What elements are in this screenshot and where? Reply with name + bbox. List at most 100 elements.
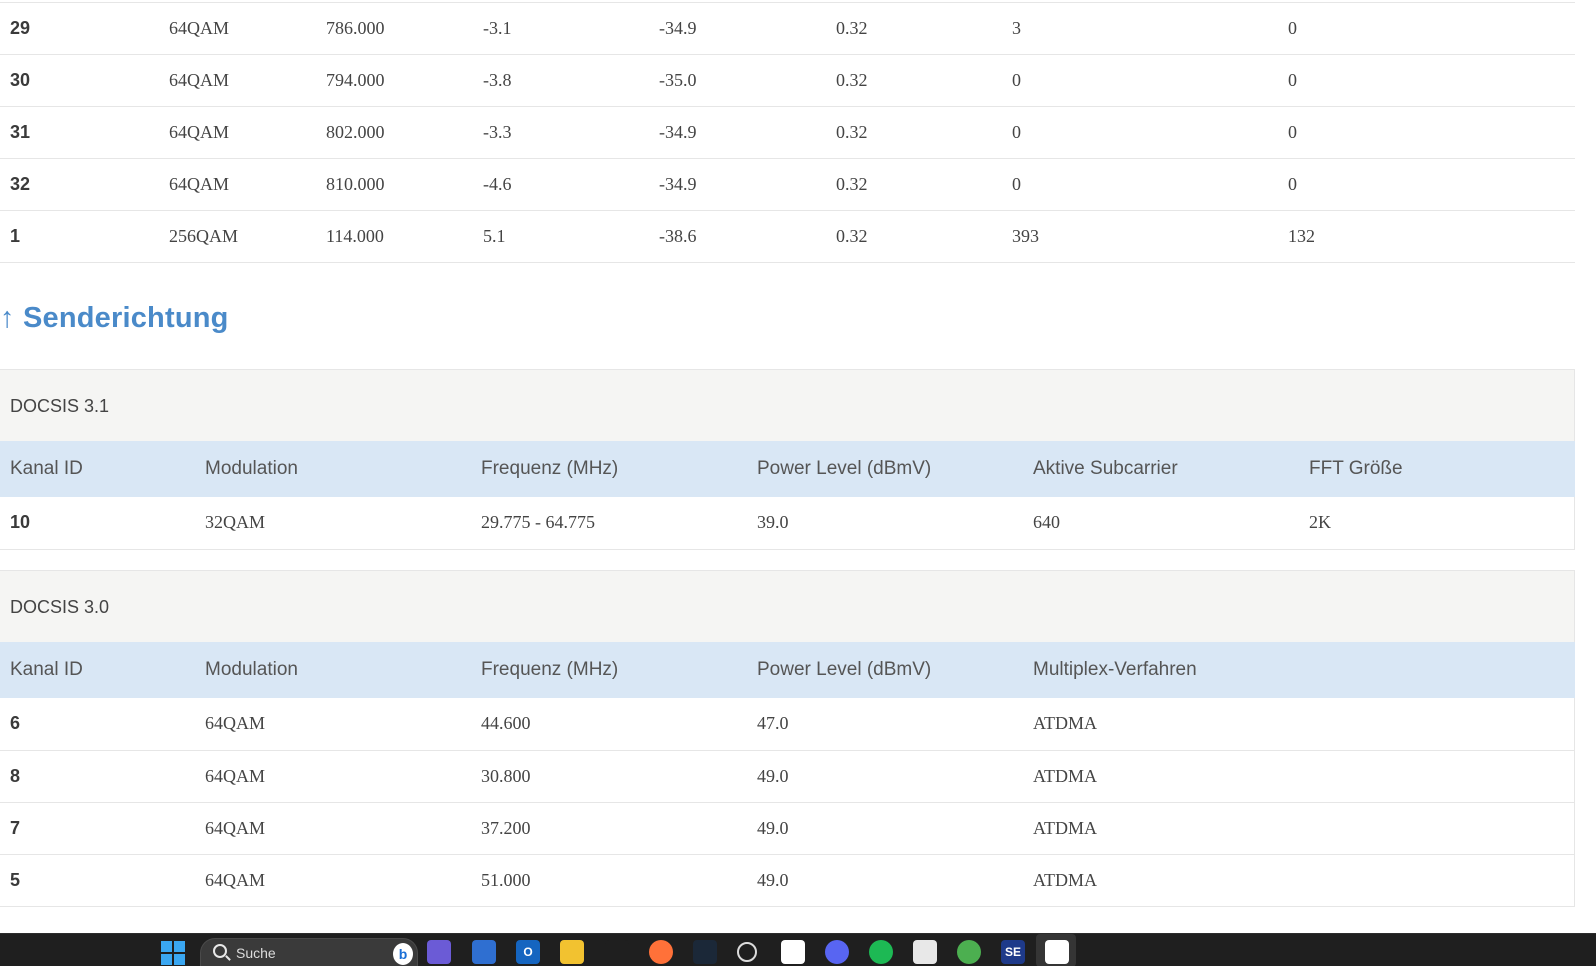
table-cell: 64QAM <box>169 174 230 194</box>
table-cell: 640 <box>1033 512 1060 533</box>
table-cell: 29.775 - 64.775 <box>481 512 595 533</box>
table-cell: 0.32 <box>836 122 868 142</box>
spotify-icon[interactable] <box>869 940 893 964</box>
table-cell: 64QAM <box>169 18 230 38</box>
channel-id-cell: 32 <box>10 174 31 194</box>
table-cell: 32QAM <box>205 512 266 533</box>
table-cell: -3.1 <box>483 18 512 38</box>
table-row: 1 256QAM 114.000 5.1 -38.6 0.32 393 132 <box>0 211 1575 263</box>
column-header: Modulation <box>205 659 298 680</box>
table-cell: 794.000 <box>326 70 385 90</box>
search-icon <box>213 944 227 958</box>
table-cell: 393 <box>1012 226 1039 246</box>
nvidia-icon[interactable] <box>605 940 629 964</box>
firefox-icon[interactable] <box>649 940 673 964</box>
column-header: Kanal ID <box>10 659 83 680</box>
table-row: 5 64QAM 51.000 49.0 ATDMA <box>0 854 1575 906</box>
cortana-icon[interactable] <box>737 942 757 962</box>
docsis-status-page: 29 64QAM 786.000 -3.1 -34.9 0.32 3 0 30 64QAM 794.… <box>0 0 1575 933</box>
table-cell: -3.8 <box>483 70 512 90</box>
table-cell: -4.6 <box>483 174 512 194</box>
channel-id-cell: 5 <box>10 869 21 890</box>
section-title-upstream: ↑ Senderichtung <box>0 302 229 334</box>
column-header: Frequenz (MHz) <box>481 458 619 479</box>
table-cell: 786.000 <box>326 18 385 38</box>
column-header: Multiplex-Verfahren <box>1033 659 1197 680</box>
channel-id-cell: 1 <box>10 226 21 246</box>
table-cell: ATDMA <box>1033 817 1098 838</box>
table-cell: 0 <box>1012 174 1021 194</box>
column-header: Frequenz (MHz) <box>481 659 619 680</box>
teams-icon[interactable] <box>427 940 451 964</box>
table-cell: 2K <box>1309 512 1331 533</box>
table-cell: 39.0 <box>757 512 789 533</box>
table-cell: 64QAM <box>205 713 266 734</box>
table-cell: -3.3 <box>483 122 512 142</box>
table-cell: 51.000 <box>481 869 531 890</box>
table-row: 8 64QAM 30.800 49.0 ATDMA <box>0 750 1575 802</box>
table-cell: 0.32 <box>836 70 868 90</box>
table-cell: 64QAM <box>205 869 266 890</box>
channel-id-cell: 30 <box>10 70 31 90</box>
table-cell: -34.9 <box>659 18 697 38</box>
bing-chat-icon[interactable]: b <box>393 943 413 965</box>
table-row: 6 64QAM 44.600 47.0 ATDMA <box>0 698 1575 750</box>
start-button[interactable] <box>161 941 185 965</box>
windows-taskbar: Suche b O SE <box>0 933 1596 966</box>
table-cell: 49.0 <box>757 869 789 890</box>
store-icon[interactable] <box>472 940 496 964</box>
column-header: Power Level (dBmV) <box>757 458 932 479</box>
table-cell: 0.32 <box>836 174 868 194</box>
channel-id-cell: 6 <box>10 713 21 734</box>
snipping-tool-icon[interactable] <box>1045 940 1069 964</box>
table-row: 29 64QAM 786.000 -3.1 -34.9 0.32 3 0 <box>0 3 1575 55</box>
calculator-icon[interactable] <box>913 940 937 964</box>
docsis30-caption: DOCSIS 3.0 <box>0 570 1574 642</box>
downstream-channel-table: 29 64QAM 786.000 -3.1 -34.9 0.32 3 0 30 64QAM 794.… <box>0 2 1575 263</box>
column-header: Kanal ID <box>10 458 83 479</box>
taskbar-search-placeholder: Suche <box>236 945 276 961</box>
file-explorer-icon[interactable] <box>560 940 584 964</box>
table-row: 30 64QAM 794.000 -3.8 -35.0 0.32 0 0 <box>0 55 1575 107</box>
docsis31-upstream-group: DOCSIS 3.1 Kanal ID Modulation Frequenz (M… <box>0 369 1575 550</box>
channel-id-cell: 8 <box>10 765 21 786</box>
taskbar-search-box[interactable]: Suche b <box>200 938 418 966</box>
channel-id-cell: 10 <box>10 512 31 533</box>
se-app-icon[interactable]: SE <box>1001 940 1025 964</box>
table-cell: 0 <box>1012 70 1021 90</box>
table-cell: 64QAM <box>205 817 266 838</box>
table-cell: 0 <box>1288 122 1297 142</box>
table-cell: 0 <box>1288 70 1297 90</box>
table-cell: 0 <box>1012 122 1021 142</box>
table-cell: 64QAM <box>169 70 230 90</box>
table-cell: 0 <box>1288 174 1297 194</box>
table-cell: 49.0 <box>757 765 789 786</box>
table-cell: 64QAM <box>169 122 230 142</box>
start-logo-tile <box>174 941 185 952</box>
docsis30-table: Kanal ID Modulation Frequenz (MHz) Power Le… <box>0 642 1575 907</box>
table-row: 7 64QAM 37.200 49.0 ATDMA <box>0 802 1575 854</box>
table-cell: 44.600 <box>481 713 531 734</box>
scrollbar-gutter[interactable] <box>1575 0 1596 933</box>
table-cell: 0.32 <box>836 18 868 38</box>
outlook-icon[interactable]: O <box>516 940 540 964</box>
table-cell: 256QAM <box>169 226 239 246</box>
table-cell: 114.000 <box>326 226 384 246</box>
column-header: Aktive Subcarrier <box>1033 458 1178 479</box>
globe-icon[interactable] <box>957 940 981 964</box>
column-header: Modulation <box>205 458 298 479</box>
table-cell: ATDMA <box>1033 713 1098 734</box>
xbox-icon[interactable] <box>781 940 805 964</box>
table-cell: 810.000 <box>326 174 385 194</box>
steam-icon[interactable] <box>693 940 717 964</box>
channel-id-cell: 7 <box>10 817 21 838</box>
table-cell: 47.0 <box>757 713 789 734</box>
table-cell: 5.1 <box>483 226 506 246</box>
table-cell: ATDMA <box>1033 869 1098 890</box>
table-cell: -38.6 <box>659 226 697 246</box>
table-cell: 49.0 <box>757 817 789 838</box>
discord-icon[interactable] <box>825 940 849 964</box>
docsis30-upstream-group: DOCSIS 3.0 Kanal ID Modulation Frequenz (M… <box>0 570 1575 907</box>
table-cell: 30.800 <box>481 765 531 786</box>
table-row: 31 64QAM 802.000 -3.3 -34.9 0.32 0 0 <box>0 107 1575 159</box>
